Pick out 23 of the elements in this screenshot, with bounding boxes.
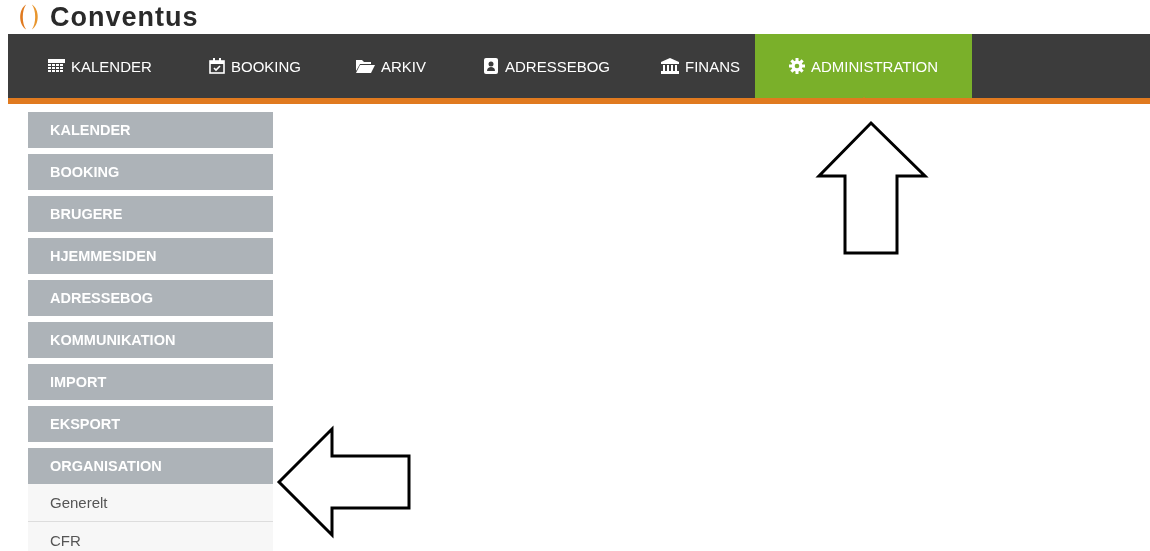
calendar-icon <box>48 59 65 73</box>
sidebar-item[interactable]: Generelt <box>28 484 273 522</box>
nav-tab[interactable]: BOOKING <box>189 34 336 98</box>
nav-tab[interactable]: ARKIV <box>336 34 464 98</box>
sidebar-section[interactable]: ADRESSEBOG <box>28 280 273 316</box>
calendar-check-icon <box>209 58 225 74</box>
sidebar-section[interactable]: BRUGERE <box>28 196 273 232</box>
sidebar-item[interactable]: CFR <box>28 522 273 551</box>
nav-tab[interactable]: KALENDER <box>29 34 189 98</box>
sidebar-section[interactable]: EKSPORT <box>28 406 273 442</box>
nav-tab[interactable]: FINANS <box>641 34 754 98</box>
sidebar-section[interactable]: IMPORT <box>28 364 273 400</box>
logo-text: Conventus <box>50 1 199 33</box>
settings-icon <box>788 58 805 74</box>
sidebar-section[interactable]: BOOKING <box>28 154 273 190</box>
sidebar-section[interactable]: KALENDER <box>28 112 273 148</box>
sidebar-section[interactable]: KOMMUNIKATION <box>28 322 273 358</box>
sidebar-section[interactable]: ORGANISATION <box>28 448 273 484</box>
folder-icon <box>356 59 375 73</box>
sidebar-section[interactable]: HJEMMESIDEN <box>28 238 273 274</box>
bank-icon <box>661 58 679 74</box>
address-book-icon <box>484 58 499 74</box>
nav-tab[interactable]: ADRESSEBOG <box>464 34 641 98</box>
